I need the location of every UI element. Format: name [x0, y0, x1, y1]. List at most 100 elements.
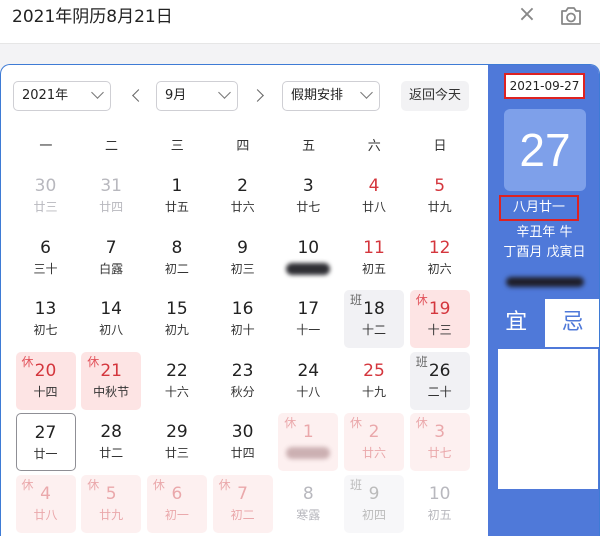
- selected-day-number: 27: [504, 109, 586, 191]
- lunar-label: 秋分: [230, 384, 255, 399]
- calendar-day-cell[interactable]: 30 廿四: [213, 413, 273, 471]
- calendar-day-cell[interactable]: 6 三十: [16, 229, 76, 287]
- day-number: 10: [428, 484, 451, 504]
- lunar-label: 初七: [33, 323, 58, 338]
- weekday-label: 六: [367, 139, 381, 154]
- calendar-day-cell[interactable]: 班 18 十二: [344, 290, 404, 349]
- calendar-day-cell[interactable]: 休 3 廿七: [409, 413, 470, 472]
- year-select-value: 2021年: [22, 88, 69, 103]
- calendar-day-cell[interactable]: 14 初八: [81, 290, 141, 348]
- day-number: 25: [363, 360, 385, 381]
- calendar-day-cell[interactable]: 29 廿三: [147, 413, 207, 471]
- calendar-day-cell[interactable]: 休 20 十四: [15, 351, 76, 410]
- calendar-day-cell[interactable]: 休 5 廿九: [81, 475, 142, 533]
- prev-month-button[interactable]: [127, 84, 147, 108]
- selected-lunar-date: 八月廿一: [499, 195, 579, 221]
- yi-ji-content: [498, 349, 598, 489]
- day-number: 1: [302, 422, 314, 443]
- calendar-card: 2021年 9月 假期安排 返回今天 一二三四五六日 30 廿三 31 廿四 1 廿五 2 廿…: [0, 64, 600, 536]
- lunar-label: 初九: [164, 323, 189, 338]
- lunar-label: 寒露: [296, 508, 321, 522]
- year-select[interactable]: 2021年: [13, 81, 111, 111]
- calendar-day-cell[interactable]: 2 廿六: [213, 167, 273, 225]
- calendar-day-cell[interactable]: 8 初二: [147, 229, 207, 287]
- lunar-label: 初五: [427, 508, 452, 522]
- calendar-day-cell[interactable]: 4 廿八: [344, 167, 404, 225]
- day-number: 8: [171, 237, 183, 258]
- calendar-day-cell[interactable]: 5 廿九: [410, 167, 470, 225]
- calendar-day-cell[interactable]: 7 白露: [81, 229, 141, 287]
- lunar-label: 初六: [427, 261, 452, 276]
- lunar-label: 廿四: [230, 446, 255, 461]
- day-number: 30: [231, 422, 254, 443]
- lunar-label: 廿四: [99, 200, 124, 214]
- calendar-day-cell[interactable]: 23 秋分: [213, 352, 273, 410]
- calendar-day-cell[interactable]: 休 19 十三: [409, 290, 470, 349]
- day-number: 12: [428, 237, 451, 258]
- calendar-day-cell[interactable]: 1 廿五: [147, 167, 207, 225]
- close-icon[interactable]: ×: [515, 4, 539, 28]
- calendar-day-cell[interactable]: 30 廿三: [16, 167, 76, 225]
- calendar-day-cell[interactable]: 10: [278, 229, 338, 287]
- day-number: 3: [434, 422, 446, 443]
- day-number: 3: [302, 176, 314, 196]
- calendar-day-cell[interactable]: 25 十九: [344, 352, 404, 410]
- day-number: 9: [368, 484, 380, 504]
- calendar-day-cell[interactable]: 13 初七: [16, 290, 76, 348]
- calendar-day-cell[interactable]: 10 初五: [410, 475, 470, 533]
- calendar-day-cell[interactable]: 休 4 廿八: [15, 475, 76, 533]
- calendar-day-cell[interactable]: 3 廿七: [278, 167, 338, 225]
- calendar-day-cell[interactable]: 12 初六: [410, 229, 470, 287]
- lunar-label: 廿三: [164, 446, 189, 461]
- camera-icon[interactable]: [558, 4, 584, 28]
- next-month-button[interactable]: [250, 84, 270, 108]
- calendar-day-cell[interactable]: 休 2 廿六: [344, 413, 404, 472]
- day-number: 28: [100, 422, 122, 443]
- weekday-label: 三: [170, 139, 184, 154]
- day-number: 2: [237, 176, 248, 196]
- calendar-day-cell[interactable]: 休1: [278, 413, 339, 472]
- calendar-day-cell[interactable]: 31 廿四: [81, 167, 141, 225]
- calendar-day-cell[interactable]: 8 寒露: [278, 475, 338, 533]
- lunar-label: 初二: [230, 508, 255, 522]
- calendar-day-cell[interactable]: 16 初十: [213, 290, 273, 348]
- calendar-day-cell[interactable]: 15 初九: [147, 290, 207, 348]
- ganzhi-month-day: 丁酉月 戊寅日: [503, 245, 586, 260]
- calendar-day-cell[interactable]: 22 十六: [147, 352, 207, 410]
- calendar-day-cell[interactable]: 28 廿二: [81, 413, 141, 471]
- calendar-day-cell[interactable]: 休 6 初一: [146, 475, 207, 533]
- lunar-label: 廿七: [427, 446, 452, 461]
- day-number: 1: [171, 176, 183, 196]
- day-number: 4: [40, 484, 51, 504]
- calendar-day-cell[interactable]: 9 初三: [213, 229, 273, 287]
- weekday-label: 一: [39, 139, 53, 154]
- tab-yi[interactable]: 宜: [488, 299, 545, 347]
- lunar-label: 廿五: [164, 200, 189, 214]
- calendar-day-cell[interactable]: 11 初五: [344, 229, 404, 287]
- selected-date: 2021-09-27: [504, 73, 585, 99]
- day-number: 7: [105, 237, 117, 258]
- day-number: 14: [100, 299, 122, 320]
- month-select[interactable]: 9月: [156, 81, 238, 111]
- calendar-day-cell[interactable]: 27 廿一: [15, 413, 76, 472]
- calendar-day-cell[interactable]: 休 21 中秋节: [81, 351, 142, 410]
- lunar-label: 十八: [296, 384, 321, 399]
- search-input[interactable]: 2021年阴历8月21日: [12, 6, 173, 28]
- lunar-label: 廿六: [361, 446, 386, 461]
- day-number: 4: [368, 176, 380, 196]
- calendar-day-cell[interactable]: 休 7 初二: [212, 475, 273, 533]
- day-detail-panel: 2021-09-27 27 八月廿一 辛丑年 牛 丁酉月 戊寅日 宜 忌: [488, 65, 600, 536]
- calendar-day-cell[interactable]: 班 9 初四: [344, 475, 404, 533]
- calendar-day-cell[interactable]: 17 十一: [278, 290, 338, 348]
- day-number: 5: [434, 176, 446, 196]
- redacted-text: [286, 447, 331, 460]
- day-number: 2: [368, 422, 380, 443]
- day-number: 27: [34, 423, 57, 444]
- search-bar: 2021年阴历8月21日 ×: [0, 0, 600, 44]
- calendar-day-cell[interactable]: 班 26 二十: [409, 351, 470, 410]
- calendar-day-cell[interactable]: 24 十八: [278, 352, 338, 410]
- tab-ji[interactable]: 忌: [545, 299, 600, 347]
- back-to-today-button[interactable]: 返回今天: [401, 81, 469, 111]
- holiday-select[interactable]: 假期安排: [282, 81, 380, 111]
- day-number: 17: [297, 299, 320, 320]
